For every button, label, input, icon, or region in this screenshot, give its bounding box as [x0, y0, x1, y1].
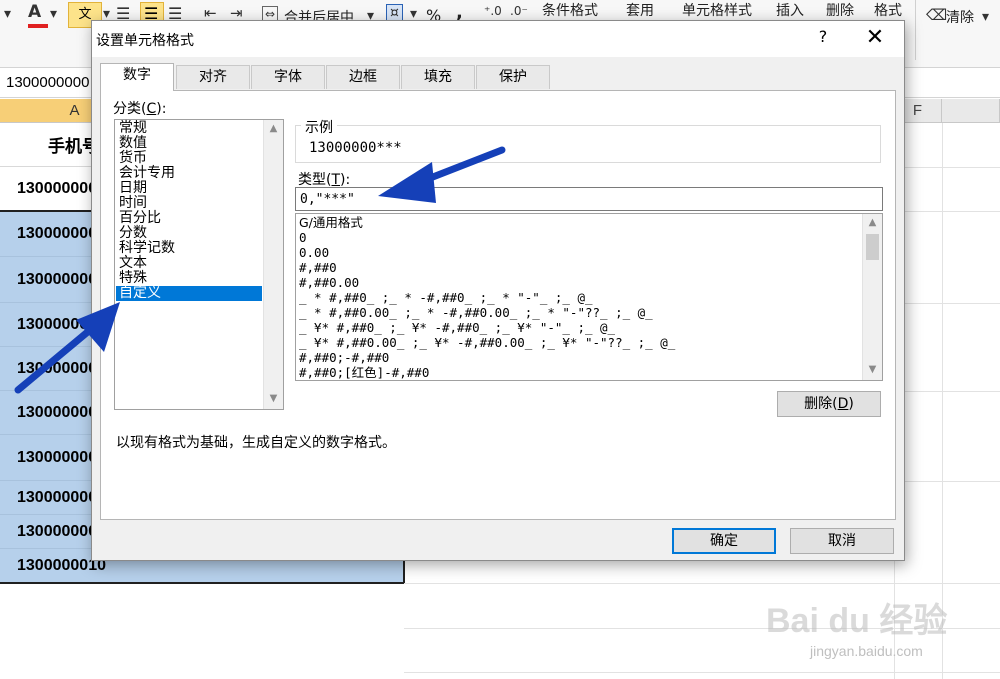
number-tab-panel: 分类(C): 常规 数值 货币 会计专用 日期 时间 百分比 分数 科学记数 文…	[100, 90, 896, 520]
scroll-down-icon[interactable]: ▼	[863, 361, 882, 379]
column-header-g[interactable]	[942, 99, 1000, 123]
list-item[interactable]: _ * #,##0.00_ ;_ * -#,##0.00_ ;_ * "-"??…	[299, 305, 653, 320]
watermark-url: jingyan.baidu.com	[810, 643, 923, 659]
baidu-watermark-icon: Bai du 经验	[766, 601, 947, 640]
list-item[interactable]: 货币	[116, 151, 262, 166]
list-item[interactable]: 时间	[116, 196, 262, 211]
tab-alignment[interactable]: 对齐	[176, 65, 250, 89]
gridline	[404, 583, 1000, 584]
list-item[interactable]: 日期	[116, 181, 262, 196]
list-item[interactable]: _ ¥* #,##0_ ;_ ¥* -#,##0_ ;_ ¥* "-"_ ;_ …	[299, 320, 615, 335]
tab-border[interactable]: 边框	[326, 65, 400, 89]
scroll-up-icon[interactable]: ▲	[264, 120, 283, 138]
tab-font[interactable]: 字体	[251, 65, 325, 89]
fill-color-icon[interactable]: ▾	[4, 6, 11, 22]
list-item[interactable]: 特殊	[116, 271, 262, 286]
list-item[interactable]: 0.00	[299, 245, 329, 260]
dialog-titlebar[interactable]: 设置单元格格式 ? ✕	[92, 21, 904, 57]
list-item[interactable]: 常规	[116, 121, 262, 136]
list-item[interactable]: _ ¥* #,##0.00_ ;_ ¥* -#,##0.00_ ;_ ¥* "-…	[299, 335, 675, 350]
category-scrollbar[interactable]: ▲ ▼	[263, 120, 283, 409]
clear-button[interactable]: 清除	[946, 7, 974, 27]
category-listbox[interactable]: 常规 数值 货币 会计专用 日期 时间 百分比 分数 科学记数 文本 特殊 自定…	[114, 119, 284, 410]
list-item[interactable]: #,##0.00	[299, 275, 359, 290]
decrease-decimal-icon[interactable]: .0⁻	[510, 4, 528, 18]
font-color-swatch	[28, 24, 48, 28]
name-box[interactable]: 1300000000	[0, 70, 90, 96]
chevron-down-icon[interactable]: ▾	[982, 9, 989, 25]
insert-button[interactable]: 插入	[776, 0, 804, 20]
list-item[interactable]: #,##0	[299, 260, 337, 275]
scroll-thumb[interactable]	[866, 234, 879, 260]
scroll-up-icon[interactable]: ▲	[863, 214, 882, 232]
list-item-selected[interactable]: 自定义	[116, 286, 262, 301]
cancel-button[interactable]: 取消	[790, 528, 894, 554]
eraser-icon: ⌫	[926, 6, 948, 24]
phonetic-button-label: 文	[78, 7, 92, 22]
close-button[interactable]: ✕	[858, 25, 892, 53]
ribbon-divider	[915, 0, 916, 60]
conditional-format-button[interactable]: 条件格式	[542, 0, 598, 20]
sample-label: 示例	[301, 117, 337, 137]
delete-format-button[interactable]: 删除(D)	[777, 391, 881, 417]
type-input[interactable]	[295, 187, 883, 211]
list-item[interactable]: 0	[299, 230, 307, 245]
delete-cells-button[interactable]: 删除	[826, 0, 854, 20]
list-item[interactable]: 分数	[116, 226, 262, 241]
help-button[interactable]: ?	[808, 27, 838, 51]
list-item[interactable]: 数值	[116, 136, 262, 151]
list-item[interactable]: _ * #,##0_ ;_ * -#,##0_ ;_ * "-"_ ;_ @_	[299, 290, 593, 305]
ok-button[interactable]: 确定	[672, 528, 776, 554]
scroll-down-icon[interactable]: ▼	[264, 390, 283, 408]
watermark-brand: Bai du 经验	[766, 601, 947, 640]
format-scrollbar[interactable]: ▲ ▼	[862, 214, 882, 380]
list-item[interactable]: 百分比	[116, 211, 262, 226]
list-item[interactable]: #,##0;[红色]-#,##0	[299, 365, 429, 380]
font-color-icon[interactable]: A	[28, 2, 41, 22]
sample-value: 13000000***	[309, 140, 402, 156]
table-style-button[interactable]: 套用	[626, 0, 654, 20]
format-button[interactable]: 格式	[874, 0, 902, 20]
category-label: 分类(C):	[113, 101, 167, 117]
list-item[interactable]: #,##0;-#,##0	[299, 350, 389, 365]
list-item[interactable]: G/通用格式	[299, 215, 363, 230]
list-item[interactable]: 会计专用	[116, 166, 262, 181]
increase-decimal-icon[interactable]: ⁺.0	[484, 4, 502, 18]
format-listbox[interactable]: G/通用格式 0 0.00 #,##0 #,##0.00 _ * #,##0_ …	[295, 213, 883, 381]
type-label: 类型(T):	[298, 172, 351, 188]
chevron-down-icon[interactable]: ▾	[50, 6, 57, 22]
tab-protection[interactable]: 保护	[476, 65, 550, 89]
list-item[interactable]: 科学记数	[116, 241, 262, 256]
tab-fill[interactable]: 填充	[401, 65, 475, 89]
list-item[interactable]: 文本	[116, 256, 262, 271]
cell-style-button[interactable]: 单元格样式	[682, 0, 752, 20]
description-text: 以现有格式为基础，生成自定义的数字格式。	[116, 435, 396, 451]
tab-number[interactable]: 数字	[100, 63, 174, 91]
format-cells-dialog: 设置单元格格式 ? ✕ 数字 对齐 字体 边框 填充 保护 分类(C): 常规 …	[91, 20, 905, 561]
dialog-title: 设置单元格格式	[96, 33, 194, 49]
